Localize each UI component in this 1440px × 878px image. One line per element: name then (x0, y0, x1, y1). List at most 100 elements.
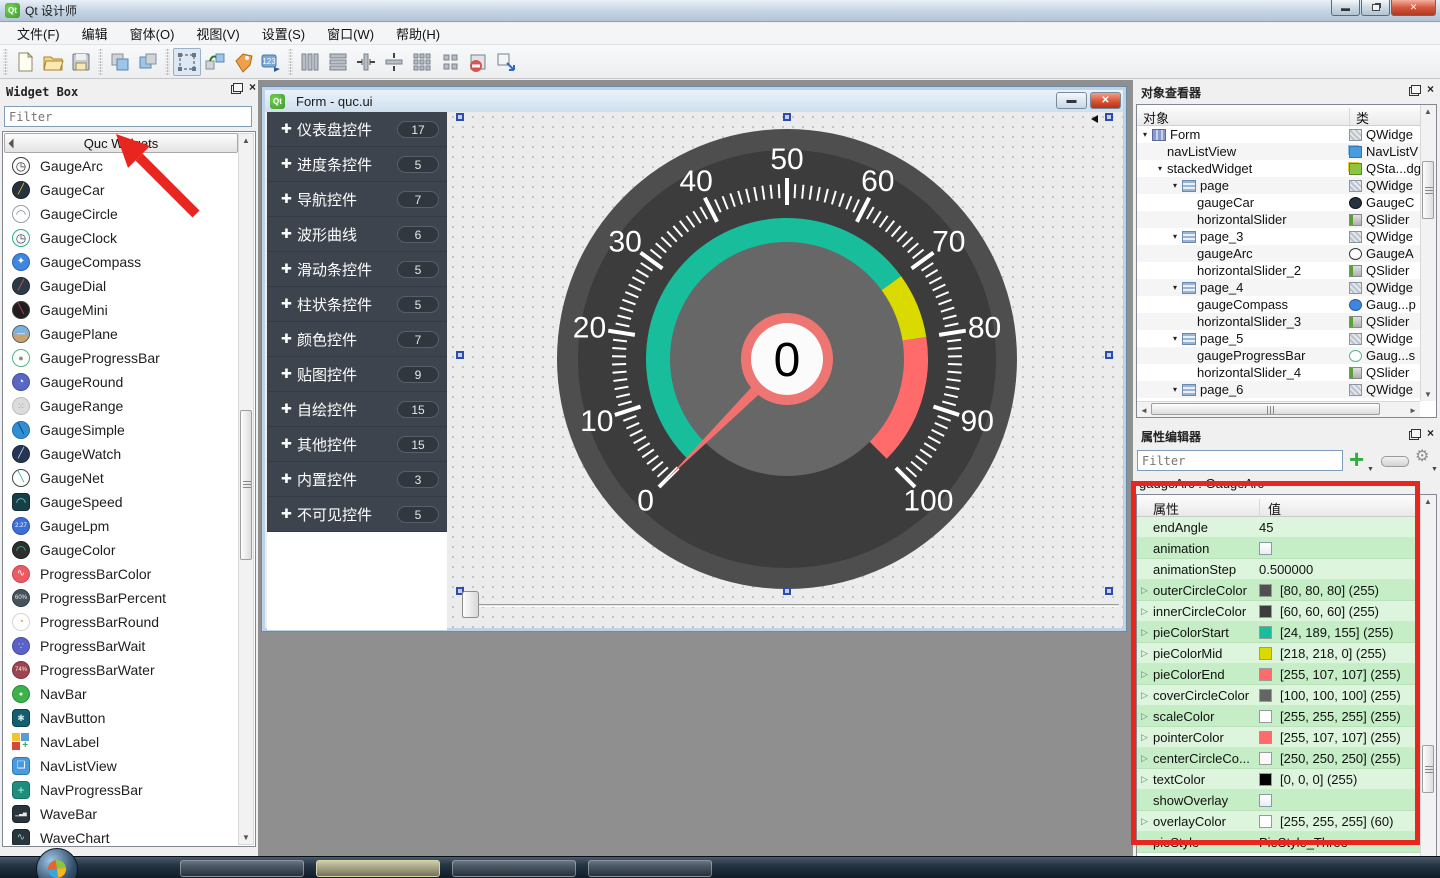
scroll-left-icon[interactable]: ◄ (1137, 406, 1151, 415)
selection-handle[interactable] (1105, 113, 1113, 121)
taskbar-button-1[interactable] (180, 860, 304, 877)
widget-list-item[interactable]: ╲GaugeSimple (4, 418, 238, 442)
tree-row-gaugeCar[interactable]: gaugeCarGaugeC (1137, 194, 1420, 211)
nav-item[interactable]: ✚柱状条控件5 (267, 287, 447, 322)
nav-item[interactable]: ✚颜色控件7 (267, 322, 447, 357)
signals-slots-icon[interactable] (201, 48, 229, 76)
property-value[interactable]: [80, 80, 80] (255) (1280, 583, 1379, 598)
open-folder-icon[interactable] (39, 48, 67, 76)
menu-item-4[interactable]: 设置(S) (253, 22, 314, 45)
splitter-vertical-icon[interactable] (380, 48, 408, 76)
property-row-pieColorStart[interactable]: ▷pieColorStart[24, 189, 155] (255) (1137, 622, 1420, 643)
widget-list-item[interactable]: ▁▃▅WaveBar (4, 802, 238, 826)
gauge-arc-widget[interactable]: 01020304050607080901000 (460, 117, 1114, 595)
selection-handle[interactable] (1105, 351, 1113, 359)
tree-row-gaugeProgressBar[interactable]: gaugeProgressBarGaug...s (1137, 347, 1420, 364)
widget-list-item[interactable]: ╲GaugeNet (4, 466, 238, 490)
menu-item-3[interactable]: 视图(V) (187, 22, 248, 45)
tree-row-horizontalSlider_2[interactable]: horizontalSlider_2QSlider (1137, 262, 1420, 279)
dock-close-icon[interactable]: × (249, 83, 256, 92)
nav-item[interactable]: ✚导航控件7 (267, 182, 447, 217)
widget-list-item[interactable]: +NavProgressBar (4, 778, 238, 802)
save-file-icon[interactable] (67, 48, 95, 76)
tree-row-page_5[interactable]: ▾page_5QWidge (1137, 330, 1420, 347)
horizontal-slider-handle[interactable] (462, 591, 479, 618)
taskbar[interactable] (0, 856, 1440, 878)
property-row-innerCircleColor[interactable]: ▷innerCircleColor[60, 60, 60] (255) (1137, 601, 1420, 622)
widget-list-item[interactable]: ◠GaugeSpeed (4, 490, 238, 514)
column-class[interactable]: 类 (1349, 108, 1369, 127)
widget-list-item[interactable]: ╱GaugeCar (4, 178, 238, 202)
nav-item[interactable]: ✚仪表盘控件17 (267, 112, 447, 147)
selection-handle[interactable] (456, 351, 464, 359)
tree-row-gaugeCompass[interactable]: gaugeCompassGaug...p (1137, 296, 1420, 313)
scroll-up-icon[interactable]: ▲ (1421, 497, 1435, 506)
property-row-endAngle[interactable]: endAngle45 (1137, 517, 1420, 538)
taskbar-button-2[interactable] (316, 860, 440, 877)
column-property[interactable]: 属性 (1153, 499, 1179, 518)
menu-item-0[interactable]: 文件(F) (8, 22, 69, 45)
expander-icon[interactable]: ▷ (1141, 732, 1153, 743)
layout-columns-icon[interactable] (296, 48, 324, 76)
tree-hscrollbar[interactable]: ◄ ► (1137, 401, 1420, 417)
expander-icon[interactable]: ▾ (1173, 181, 1182, 190)
titlebar[interactable]: Qt Qt 设计师 ▬ ✕ (0, 0, 1440, 22)
nav-item[interactable]: ✚其他控件15 (267, 427, 447, 462)
horizontal-slider-groove[interactable] (469, 604, 1119, 607)
property-filter-input[interactable] (1137, 450, 1343, 471)
widget-list-item[interactable]: ✱NavButton (4, 706, 238, 730)
widget-list-item[interactable]: ╲GaugeMini (4, 298, 238, 322)
scroll-up-icon[interactable]: ▲ (239, 136, 253, 145)
tree-row-page_3[interactable]: ▾page_3QWidge (1137, 228, 1420, 245)
scrollbar-thumb[interactable] (1422, 161, 1434, 219)
property-value[interactable]: [255, 107, 107] (255) (1280, 730, 1401, 745)
layout-grid-small-icon[interactable] (436, 48, 464, 76)
property-row-textColor[interactable]: ▷textColor[0, 0, 0] (255) (1137, 769, 1420, 790)
scrollbar-thumb[interactable] (240, 410, 252, 560)
widget-list-item[interactable]: 2.27GaugeLpm (4, 514, 238, 538)
widget-list-item[interactable]: ◠GaugeCircle (4, 202, 238, 226)
property-row-overlayColor[interactable]: ▷overlayColor[255, 255, 255] (60) (1137, 811, 1420, 832)
expander-icon[interactable]: ▾ (1173, 385, 1182, 394)
layout-rows-icon[interactable] (324, 48, 352, 76)
property-value[interactable]: [218, 218, 0] (255) (1280, 646, 1386, 661)
column-value[interactable]: 值 (1259, 499, 1281, 518)
dock-float-icon[interactable] (1411, 85, 1421, 94)
nav-item[interactable]: ✚内置控件3 (267, 462, 447, 497)
expander-icon[interactable]: ▾ (1173, 283, 1182, 292)
property-value[interactable]: [255, 255, 255] (255) (1280, 709, 1401, 724)
expander-icon[interactable]: ▷ (1141, 606, 1153, 617)
scroll-up-icon[interactable]: ▲ (1421, 107, 1435, 116)
widget-list-item[interactable]: ∿ProgressBarColor (4, 562, 238, 586)
taskbar-button-4[interactable] (588, 860, 712, 877)
widget-list-item[interactable]: ╱GaugeWatch (4, 442, 238, 466)
tree-row-horizontalSlider[interactable]: horizontalSliderQSlider (1137, 211, 1420, 228)
widget-list-item[interactable]: ⁙GaugeRange (4, 394, 238, 418)
splitter-horizontal-icon[interactable] (352, 48, 380, 76)
nav-item[interactable]: ✚自绘控件15 (267, 392, 447, 427)
property-row-scaleColor[interactable]: ▷scaleColor[255, 255, 255] (255) (1137, 706, 1420, 727)
nav-item[interactable]: ✚贴图控件9 (267, 357, 447, 392)
widget-filter-input[interactable] (4, 106, 252, 127)
property-value[interactable]: [255, 255, 255] (60) (1280, 814, 1393, 829)
close-button[interactable]: ✕ (1391, 0, 1436, 16)
widget-list-item[interactable]: ●NavBar (4, 682, 238, 706)
widget-list-item[interactable]: ╱GaugeDial (4, 274, 238, 298)
menu-item-5[interactable]: 窗口(W) (318, 22, 383, 45)
selection-handle[interactable] (456, 113, 464, 121)
dock-float-icon[interactable] (1411, 429, 1421, 438)
expander-icon[interactable]: ▾ (1173, 232, 1182, 241)
checkbox-unchecked[interactable] (1259, 794, 1272, 807)
property-row-animation[interactable]: animation (1137, 538, 1420, 559)
adjust-size-icon[interactable] (492, 48, 520, 76)
property-value[interactable]: [250, 250, 250] (255) (1280, 751, 1401, 766)
widget-list-item[interactable]: ●GaugeProgressBar (4, 346, 238, 370)
property-row-outerCircleColor[interactable]: ▷outerCircleColor[80, 80, 80] (255) (1137, 580, 1420, 601)
form-window[interactable]: Qt Form - quc.ui ▬ ✕ ✚仪表盘控件17✚进度条控件5✚导航控… (261, 86, 1127, 632)
nav-item[interactable]: ✚滑动条控件5 (267, 252, 447, 287)
scroll-right-icon[interactable]: ► (1406, 406, 1420, 415)
tree-vscrollbar[interactable]: ▲ ▼ (1420, 105, 1436, 401)
property-vscrollbar[interactable]: ▲ ▼ (1420, 495, 1436, 878)
property-row-showOverlay[interactable]: showOverlay (1137, 790, 1420, 811)
tree-row-horizontalSlider_4[interactable]: horizontalSlider_4QSlider (1137, 364, 1420, 381)
